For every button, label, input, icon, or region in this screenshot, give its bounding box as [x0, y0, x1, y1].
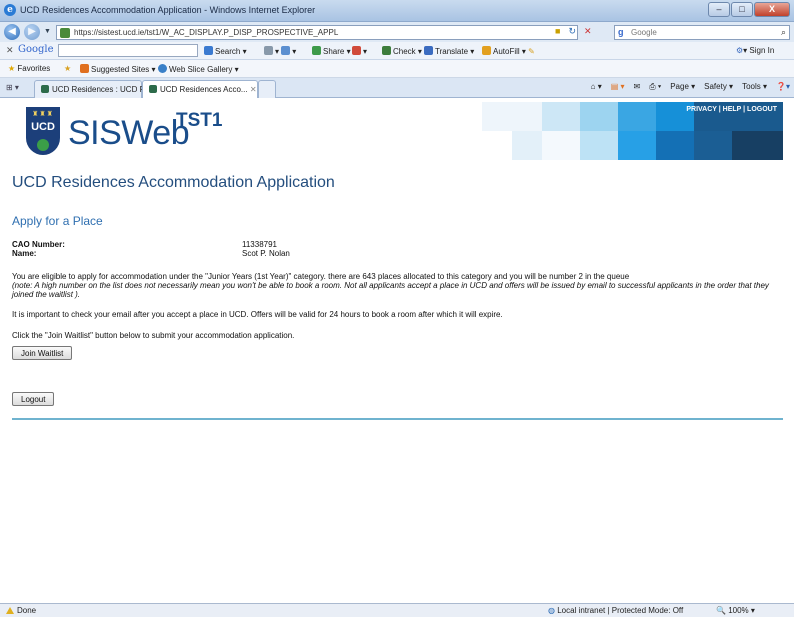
- help-icon[interactable]: ❓▾: [776, 82, 790, 92]
- favorites-button[interactable]: ★ Favorites: [8, 64, 50, 73]
- tools-menu[interactable]: Tools ▾: [742, 82, 767, 92]
- autofill-button[interactable]: AutoFill ▾ ✎: [482, 46, 535, 56]
- google-search-button[interactable]: Search ▾: [204, 46, 247, 56]
- toolbar-misc-button[interactable]: ▾ ▾: [264, 46, 296, 56]
- ucd-crest-logo: ♜♜♜ UCD: [26, 107, 60, 155]
- join-waitlist-button[interactable]: Join Waitlist: [12, 346, 73, 360]
- environment-label: TST1: [176, 110, 223, 131]
- privacy-help-logout-links[interactable]: PRIVACY | HELP | LOGOUT: [686, 106, 777, 113]
- home-icon[interactable]: ⌂ ▾: [591, 82, 602, 92]
- history-dropdown-icon[interactable]: ▼: [44, 28, 51, 35]
- stop-icon[interactable]: ✕: [584, 26, 592, 37]
- quick-tabs-icon[interactable]: ⊞ ▾: [6, 83, 19, 92]
- search-icon[interactable]: ⌕: [781, 27, 786, 38]
- favorites-bar: ★ Favorites ★ Suggested Sites ▾ Web Slic…: [0, 60, 794, 78]
- status-done: Done: [6, 606, 36, 615]
- waitlist-note: (note: A high number on the list does no…: [12, 281, 769, 299]
- tab-row: ⊞ ▾ UCD Residences : UCD Res... UCD Resi…: [0, 78, 794, 98]
- signin-button[interactable]: ⚙▾ Sign In: [736, 46, 774, 55]
- zoom-icon: 🔍: [716, 606, 726, 615]
- check-button[interactable]: Check ▾: [382, 46, 422, 56]
- wrench-icon: ⚙: [736, 46, 744, 55]
- add-favorite-icon[interactable]: ★: [64, 64, 71, 73]
- close-button[interactable]: X: [754, 2, 790, 17]
- eligibility-text: You are eligible to apply for accommodat…: [12, 272, 630, 281]
- puzzle-icon: [281, 46, 291, 55]
- page-menu[interactable]: Page ▾: [670, 82, 695, 92]
- page-icon: [264, 46, 273, 55]
- google-toolbar: ✕ Google Search ▾ ▾ ▾ Share ▾ ▾ Check ▾ …: [0, 42, 794, 60]
- page-title: UCD Residences Accommodation Application: [12, 174, 335, 191]
- tab-ucd-residences[interactable]: UCD Residences : UCD Res...: [34, 80, 160, 98]
- translate-button[interactable]: Translate ▾: [424, 46, 474, 56]
- tab-favicon: [41, 85, 49, 93]
- lock-icon[interactable]: ■: [555, 26, 560, 37]
- cao-number-value: 11338791: [242, 240, 277, 249]
- ie-icon: [158, 64, 167, 73]
- name-label: Name:: [12, 249, 37, 258]
- search-placeholder: Google: [631, 28, 657, 37]
- translate-icon: [424, 46, 433, 55]
- google-logo: Google: [18, 44, 54, 55]
- close-tab-icon[interactable]: ✕: [250, 85, 257, 94]
- zoom-control[interactable]: 🔍 100% ▾: [716, 606, 755, 615]
- sisweb-banner: ♜♜♜ UCD SISWeb TST1 PRIVACY | HELP | LOG…: [12, 102, 783, 160]
- logout-button[interactable]: Logout: [12, 392, 55, 406]
- spellcheck-icon: [382, 46, 391, 55]
- address-row: ◀ ▶ ▼ https://sistest.ucd.ie/tst1/W_AC_D…: [0, 22, 794, 42]
- suggested-icon: [80, 64, 89, 73]
- status-bar: Done ◍ Local intranet | Protected Mode: …: [0, 603, 794, 617]
- site-lock-icon: [60, 28, 70, 38]
- tab-favicon: [149, 85, 157, 93]
- share-button[interactable]: Share ▾: [312, 46, 351, 56]
- back-button[interactable]: ◀: [4, 24, 20, 40]
- safety-menu[interactable]: Safety ▾: [704, 82, 733, 92]
- search-icon: [204, 46, 213, 55]
- window-title: UCD Residences Accommodation Application…: [20, 5, 316, 15]
- brand-title: SISWeb: [68, 114, 190, 152]
- section-heading: Apply for a Place: [12, 214, 103, 228]
- share-icon: [312, 46, 321, 55]
- new-tab-button[interactable]: [258, 80, 276, 98]
- banner-tiles: PRIVACY | HELP | LOGOUT: [482, 102, 783, 160]
- ie-icon: e: [4, 4, 16, 16]
- security-zone: ◍ Local intranet | Protected Mode: Off: [548, 606, 684, 615]
- cao-number-label: CAO Number:: [12, 240, 65, 249]
- name-value: Scot P. Nolan: [242, 249, 290, 258]
- pencil-icon: ✎: [528, 47, 535, 56]
- google-search-input[interactable]: [58, 44, 198, 57]
- feeds-icon[interactable]: ▤ ▾: [611, 82, 625, 92]
- instruction-text: Click the "Join Waitlist" button below t…: [12, 331, 295, 340]
- autofill-icon: [482, 46, 491, 55]
- divider: [12, 418, 783, 420]
- google-icon: g: [618, 27, 624, 37]
- globe-icon: ◍: [548, 606, 555, 615]
- tab-accommodation-application[interactable]: UCD Residences Acco... ✕: [142, 80, 258, 98]
- refresh-icon[interactable]: ↻: [568, 26, 576, 37]
- url-text: https://sistest.ucd.ie/tst1/W_AC_DISPLAY…: [74, 28, 339, 37]
- maximize-button[interactable]: □: [731, 2, 753, 17]
- suggested-sites-link[interactable]: Suggested Sites ▾: [80, 64, 156, 74]
- warning-icon: [6, 607, 14, 614]
- minimize-button[interactable]: –: [708, 2, 730, 17]
- bookmark-icon: [352, 46, 361, 55]
- page-content: ♜♜♜ UCD SISWeb TST1 PRIVACY | HELP | LOG…: [0, 98, 794, 603]
- mail-icon[interactable]: ✉: [634, 82, 641, 92]
- close-toolbar-icon[interactable]: ✕: [6, 45, 14, 56]
- print-icon[interactable]: ⎙ ▾: [649, 82, 661, 92]
- web-slice-gallery-link[interactable]: Web Slice Gallery ▾: [158, 64, 239, 74]
- star-icon: ★: [8, 64, 16, 73]
- window-titlebar: e UCD Residences Accommodation Applicati…: [0, 0, 794, 22]
- forward-button[interactable]: ▶: [24, 24, 40, 40]
- address-bar[interactable]: https://sistest.ucd.ie/tst1/W_AC_DISPLAY…: [56, 25, 578, 40]
- search-box[interactable]: g Google ⌕: [614, 25, 790, 40]
- bookmark-button[interactable]: ▾: [352, 46, 367, 56]
- email-notice: It is important to check your email afte…: [12, 310, 503, 319]
